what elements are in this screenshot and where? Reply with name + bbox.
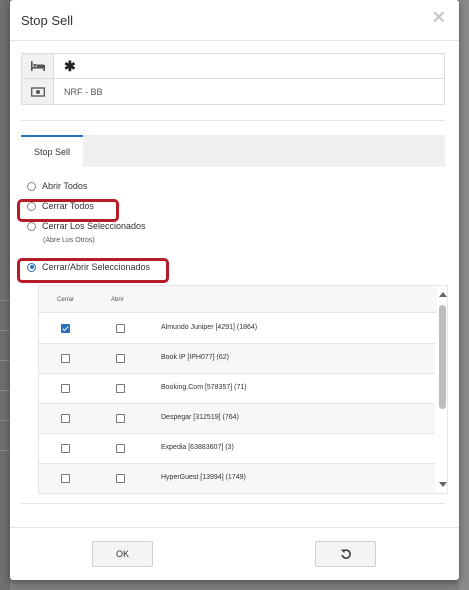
hotel-value: ✱	[64, 57, 76, 74]
dialog-header: Stop Sell ✕	[10, 0, 459, 41]
tab-stop-sell[interactable]: Stop Sell	[21, 135, 83, 167]
open-checkbox[interactable]	[116, 354, 125, 363]
list-scrollbar[interactable]	[437, 286, 447, 493]
close-icon[interactable]: ✕	[432, 8, 446, 28]
reset-button[interactable]	[315, 541, 376, 567]
dialog-title: Stop Sell	[21, 13, 74, 28]
stop-sell-dialog: Stop Sell ✕ ✱ NRF - BB Stop Sell Abrir T…	[10, 0, 459, 580]
ok-button[interactable]: OK	[92, 541, 153, 567]
col-close-header: Cerrar	[57, 297, 75, 303]
divider	[21, 503, 445, 504]
reset-icon	[340, 549, 351, 559]
close-checkbox[interactable]	[61, 324, 70, 333]
table-row: Book IP [IPH077] (62)	[39, 344, 435, 374]
col-open-header: Abrir	[111, 297, 124, 303]
channel-name: Booking.Com [578357] (71)	[161, 384, 247, 391]
hotel-row: ✱	[22, 54, 444, 79]
highlight-close-open-selected	[17, 258, 169, 283]
option-open-all-label: Abrir Todos	[42, 181, 88, 191]
open-checkbox[interactable]	[116, 384, 125, 393]
table-row: HyperGuest [13994] (1749)	[39, 464, 435, 493]
close-checkbox[interactable]	[61, 444, 70, 453]
option-close-selected-label: Cerrar Los Seleccionados	[42, 221, 146, 231]
table-row: Almundo Juniper [4291] (1864)	[39, 314, 435, 344]
open-checkbox[interactable]	[116, 474, 125, 483]
channel-name: Book IP [IPH077] (62)	[161, 354, 229, 361]
rate-row: NRF - BB	[22, 79, 444, 104]
scroll-down-icon[interactable]	[439, 482, 447, 487]
open-checkbox[interactable]	[116, 444, 125, 453]
option-close-selected-note: (Abre Los Otros)	[43, 237, 95, 244]
tab-bar: Stop Sell	[21, 135, 445, 167]
radio-close-selected[interactable]	[27, 221, 36, 231]
footer-divider	[10, 527, 459, 528]
channel-name: Despegar [312519] (764)	[161, 414, 239, 421]
close-checkbox[interactable]	[61, 384, 70, 393]
close-checkbox[interactable]	[61, 474, 70, 483]
rate-value: NRF - BB	[64, 86, 103, 97]
backdrop-right	[459, 0, 469, 590]
option-open-all[interactable]: Abrir Todos	[27, 181, 87, 191]
table-row: Despegar [312519] (764)	[39, 404, 435, 434]
channel-list: Cerrar Abrir Almundo Juniper [4291] (186…	[38, 285, 448, 494]
channel-name: Almundo Juniper [4291] (1864)	[161, 324, 258, 331]
divider	[21, 120, 445, 121]
open-checkbox[interactable]	[116, 324, 125, 333]
option-close-selected[interactable]: Cerrar Los Seleccionados	[27, 221, 146, 231]
close-checkbox[interactable]	[61, 354, 70, 363]
scroll-up-icon[interactable]	[439, 292, 447, 297]
close-checkbox[interactable]	[61, 414, 70, 423]
channel-name: Expedia [63883607] (3)	[161, 444, 234, 451]
bed-icon	[22, 54, 54, 78]
open-checkbox[interactable]	[116, 414, 125, 423]
highlight-close-all	[17, 199, 119, 222]
channel-name: HyperGuest [13994] (1749)	[161, 474, 246, 481]
table-row: Booking.Com [578357] (71)	[39, 374, 435, 404]
backdrop-left	[0, 0, 10, 590]
scroll-thumb[interactable]	[439, 305, 446, 409]
radio-open-all[interactable]	[27, 181, 36, 191]
list-header: Cerrar Abrir	[39, 286, 437, 313]
info-table: ✱ NRF - BB	[21, 53, 445, 105]
money-icon	[22, 79, 54, 104]
table-row: Expedia [63883607] (3)	[39, 434, 435, 464]
